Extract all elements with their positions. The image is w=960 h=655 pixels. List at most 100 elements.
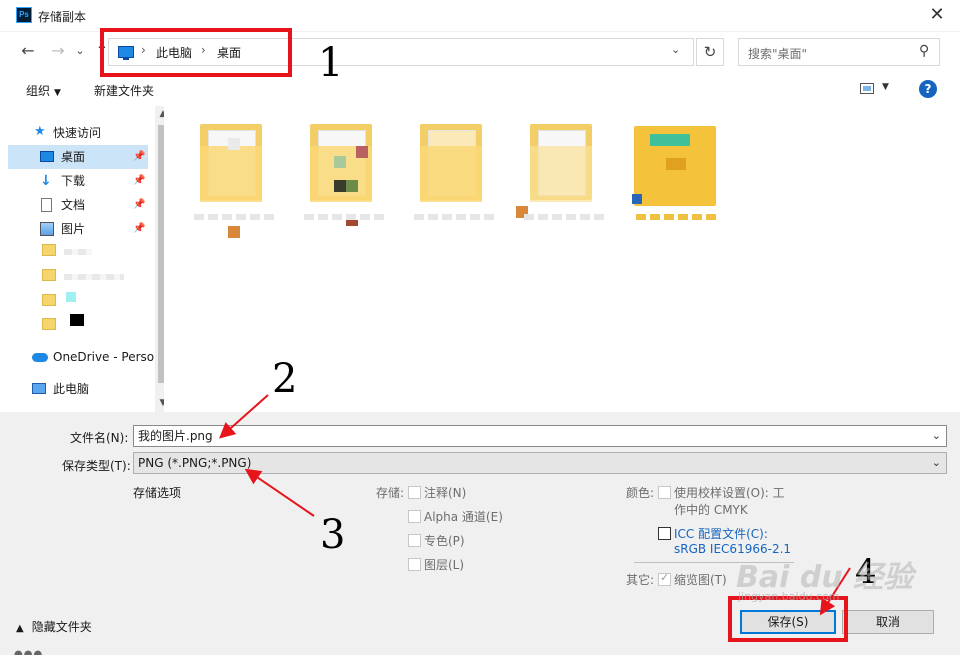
use-proof-setup-label: 使用校样设置(O): 工 <box>674 486 785 500</box>
caret-up-icon: ▲ <box>16 623 24 634</box>
photoshop-app-icon: Ps <box>16 7 32 23</box>
folder-item[interactable] <box>514 106 604 236</box>
help-icon[interactable]: ? <box>919 80 937 98</box>
icc-profile-label: ICC 配置文件(C): <box>674 527 768 541</box>
nav-item-quick-access[interactable]: ★ 快速访问 <box>8 121 148 145</box>
computer-icon <box>118 46 134 60</box>
refresh-icon[interactable]: ↻ <box>696 38 724 66</box>
pin-icon[interactable]: 📌 <box>133 169 145 193</box>
organize-menu[interactable]: 组织 ▼ <box>26 82 61 99</box>
file-type-select[interactable]: PNG (*.PNG;*.PNG) ⌄ <box>133 452 947 474</box>
nav-item-documents[interactable]: 文档 📌 <box>8 193 148 217</box>
new-folder-button[interactable]: 新建文件夹 <box>94 82 154 99</box>
folder-name-blurred <box>304 214 384 220</box>
command-toolbar: 组织 ▼ 新建文件夹 ▼ ? <box>0 72 960 106</box>
nav-label: 快速访问 <box>53 126 102 140</box>
shortcut-item[interactable] <box>626 106 716 236</box>
breadcrumb-separator: › <box>201 43 206 57</box>
folder-icon[interactable] <box>42 318 56 330</box>
title-bar: Ps 存储副本 ✕ <box>0 0 960 32</box>
star-icon: ★ <box>34 124 46 139</box>
picture-icon <box>40 222 54 236</box>
nav-item-pictures[interactable]: 图片 📌 <box>8 217 148 241</box>
navigation-pane: ★ 快速访问 桌面 📌 ↓ 下载 📌 文档 📌 图片 📌 OneDrive - … <box>8 106 171 412</box>
nav-item-downloads[interactable]: ↓ 下载 📌 <box>8 169 148 193</box>
mosaic-pixel <box>334 156 346 168</box>
mosaic-pixel <box>666 158 686 170</box>
filename-label: 文件名(N): <box>70 431 129 445</box>
icc-profile-checkbox[interactable] <box>658 527 671 540</box>
alpha-channels-label: Alpha 通道(E) <box>424 510 503 524</box>
shortcut-name-blurred <box>636 214 716 220</box>
chevron-down-icon[interactable]: ⌄ <box>671 43 680 56</box>
icc-profile-value: sRGB IEC61966-2.1 <box>674 542 792 556</box>
pin-icon[interactable]: 📌 <box>133 217 145 241</box>
close-icon[interactable]: ✕ <box>926 4 948 26</box>
spot-colors-checkbox[interactable] <box>408 534 421 547</box>
options-divider <box>634 562 794 563</box>
address-bar[interactable]: › 此电脑 › 桌面 ⌄ <box>108 38 694 66</box>
blurred-folder-name <box>64 249 92 255</box>
folder-icon[interactable] <box>42 269 56 281</box>
spot-colors-label: 专色(P) <box>424 534 465 548</box>
search-icon[interactable]: ⚲ <box>919 43 929 59</box>
shortcut-arrow-icon <box>632 194 642 204</box>
folder-item[interactable] <box>294 106 384 236</box>
thumbnail-label: 缩览图(T) <box>674 573 727 587</box>
nav-item-this-pc[interactable]: 此电脑 <box>8 377 148 401</box>
chevron-down-icon[interactable]: ⌄ <box>932 453 941 473</box>
folder-item[interactable] <box>404 106 494 236</box>
filename-field[interactable]: 我的图片.png ⌄ <box>133 425 947 447</box>
breadcrumb-this-pc[interactable]: 此电脑 <box>156 44 192 61</box>
folder-name-blurred <box>414 214 494 220</box>
computer-icon <box>32 383 46 394</box>
caret-down-icon[interactable]: ▼ <box>882 82 889 92</box>
cancel-button[interactable]: 取消 <box>842 610 934 634</box>
cloud-icon <box>32 353 48 362</box>
search-input[interactable]: 搜索"桌面" ⚲ <box>738 38 940 66</box>
filename-value: 我的图片.png <box>138 429 213 443</box>
save-group-label: 存储: <box>376 486 405 500</box>
save-button[interactable]: 保存(S) <box>740 610 836 634</box>
thumbnail-checkbox[interactable] <box>658 571 671 586</box>
save-options-title: 存储选项 <box>133 486 182 500</box>
layers-label: 图层(L) <box>424 558 465 572</box>
use-proof-setup-checkbox[interactable] <box>658 486 671 499</box>
folder-front <box>420 146 482 202</box>
nav-label: 桌面 <box>61 150 86 164</box>
pin-icon[interactable]: 📌 <box>133 145 145 169</box>
alpha-channels-checkbox[interactable] <box>408 510 421 523</box>
caret-down-icon: ▼ <box>54 88 61 98</box>
blurred-folder-name <box>66 292 76 302</box>
folder-icon[interactable] <box>42 244 56 256</box>
hide-folders-toggle[interactable]: ▲ 隐藏文件夹 <box>16 618 92 635</box>
navigation-bar: ← → ⌄ ↑ › 此电脑 › 桌面 ⌄ ↻ 搜索"桌面" ⚲ <box>0 32 960 72</box>
folder-front <box>530 146 592 202</box>
annotations-checkbox[interactable] <box>408 486 421 499</box>
nav-item-desktop[interactable]: 桌面 📌 <box>8 145 148 169</box>
file-type-value: PNG (*.PNG;*.PNG) <box>138 456 252 470</box>
mosaic-pixel <box>356 146 368 158</box>
file-list[interactable] <box>164 106 960 412</box>
folder-name-blurred <box>194 214 274 220</box>
folder-name-blurred <box>524 214 604 220</box>
folder-icon[interactable] <box>42 294 56 306</box>
nav-label: 图片 <box>61 222 86 236</box>
folder-item[interactable] <box>184 106 274 238</box>
desktop-icon <box>40 151 54 162</box>
pin-icon[interactable]: 📌 <box>133 193 145 217</box>
forward-arrow-icon[interactable]: → <box>48 41 68 61</box>
document-icon <box>41 198 52 212</box>
breadcrumb-desktop[interactable]: 桌面 <box>217 44 241 61</box>
chevron-down-icon[interactable]: ⌄ <box>932 426 941 446</box>
view-mode-icon[interactable] <box>860 83 874 94</box>
nav-item-onedrive[interactable]: OneDrive - Perso <box>8 345 154 369</box>
layers-checkbox[interactable] <box>408 558 421 571</box>
nav-label: 文档 <box>61 198 86 212</box>
breadcrumb-separator: › <box>141 43 146 57</box>
nav-label: 此电脑 <box>53 382 90 396</box>
back-arrow-icon[interactable]: ← <box>18 41 38 61</box>
blurred-folder-name <box>64 274 124 280</box>
hide-folders-label: 隐藏文件夹 <box>31 620 92 634</box>
recent-locations-chevron-icon[interactable]: ⌄ <box>70 41 90 61</box>
